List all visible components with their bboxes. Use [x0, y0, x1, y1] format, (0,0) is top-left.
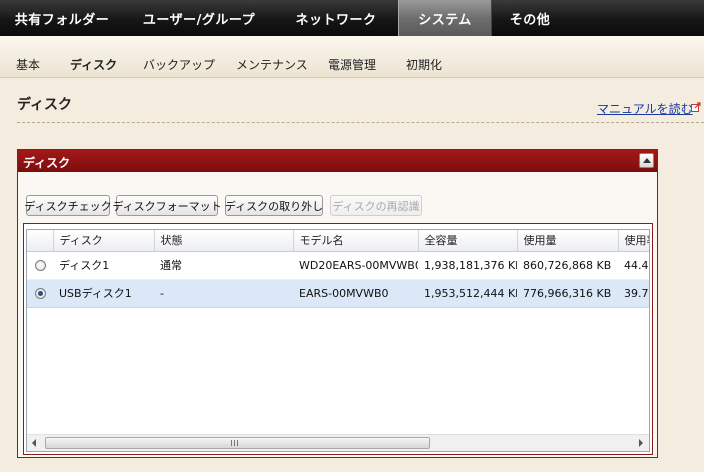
column-header-used[interactable]: 使用量 — [517, 230, 619, 252]
collapse-up-icon[interactable] — [639, 153, 654, 168]
row-select-cell[interactable] — [27, 279, 53, 308]
table-header-row: ディスク 状態 モデル名 全容量 使用量 使用率 — [27, 230, 649, 252]
scroll-right-icon[interactable] — [632, 435, 649, 451]
subnav-maintenance[interactable]: メンテナンス — [236, 56, 308, 73]
scroll-thumb[interactable] — [45, 437, 430, 449]
table-row[interactable]: USBディスク1 - EARS-00MVWB0 1,953,512,444 KB… — [27, 279, 649, 308]
cell-used: 776,966,316 KB — [517, 279, 618, 308]
column-header-model[interactable]: モデル名 — [293, 230, 419, 252]
cell-capacity: 1,938,181,376 KB — [418, 251, 517, 280]
disk-format-button[interactable]: ディスクフォーマット — [112, 195, 222, 216]
header-divider — [17, 122, 704, 123]
column-header-disk[interactable]: ディスク — [53, 230, 155, 252]
disk-rescan-button[interactable]: ディスクの再認識 — [330, 195, 422, 216]
cell-status: - — [154, 279, 293, 308]
column-header-capacity[interactable]: 全容量 — [418, 230, 518, 252]
subnav-disk[interactable]: ディスク — [70, 56, 117, 73]
table-row[interactable]: ディスク1 通常 WD20EARS-00MVWB0 1,938,181,376 … — [27, 251, 649, 280]
active-tab-pointer — [0, 0, 704, 36]
panel-body: ディスクチェック ディスクフォーマット ディスクの取り外し ディスクの再認識 デ… — [18, 172, 657, 457]
disk-remove-button[interactable]: ディスクの取り外し — [225, 195, 323, 216]
subnav-backup[interactable]: バックアップ — [143, 56, 215, 73]
cell-status: 通常 — [154, 251, 293, 280]
horizontal-scrollbar[interactable] — [27, 434, 649, 451]
cell-usage-rate: 39.77 — [618, 279, 649, 308]
scroll-left-icon[interactable] — [27, 435, 44, 451]
cell-model: EARS-00MVWB0 — [293, 279, 418, 308]
column-header-usage-rate[interactable]: 使用率 — [618, 230, 649, 252]
subnav-initialize[interactable]: 初期化 — [406, 56, 442, 73]
subnav-power[interactable]: 電源管理 — [328, 56, 376, 73]
cell-usage-rate: 44.41 — [618, 251, 649, 280]
column-header-select — [27, 230, 54, 252]
row-radio-button[interactable] — [34, 288, 46, 299]
cell-disk: USBディスク1 — [53, 279, 154, 308]
subnav-basic[interactable]: 基本 — [16, 56, 40, 73]
cell-capacity: 1,953,512,444 KB — [418, 279, 517, 308]
page-title: ディスク — [17, 97, 73, 113]
external-link-icon[interactable] — [691, 102, 701, 112]
cell-model: WD20EARS-00MVWB0 — [293, 251, 418, 280]
sub-nav: 基本 ディスク バックアップ メンテナンス 電源管理 初期化 — [0, 36, 704, 78]
cell-used: 860,726,868 KB — [517, 251, 618, 280]
disk-table: ディスク 状態 モデル名 全容量 使用量 使用率 ディスク1 通常 — [27, 230, 649, 308]
disk-check-button[interactable]: ディスクチェック — [24, 195, 112, 216]
row-radio-button[interactable] — [34, 260, 46, 271]
column-header-status[interactable]: 状態 — [154, 230, 294, 252]
cell-disk: ディスク1 — [53, 251, 154, 280]
disk-grid-frame: ディスク 状態 モデル名 全容量 使用量 使用率 ディスク1 通常 — [23, 223, 653, 455]
manual-link[interactable]: マニュアルを読む — [597, 100, 693, 117]
row-select-cell[interactable] — [27, 251, 53, 280]
panel-header: ディスク — [18, 150, 657, 172]
scroll-grip — [231, 440, 240, 446]
panel-title: ディスク — [23, 156, 71, 170]
disk-panel: ディスク ディスクチェック ディスクフォーマット ディスクの取り外し ディスクの… — [17, 149, 658, 458]
disk-grid: ディスク 状態 モデル名 全容量 使用量 使用率 ディスク1 通常 — [26, 229, 650, 452]
